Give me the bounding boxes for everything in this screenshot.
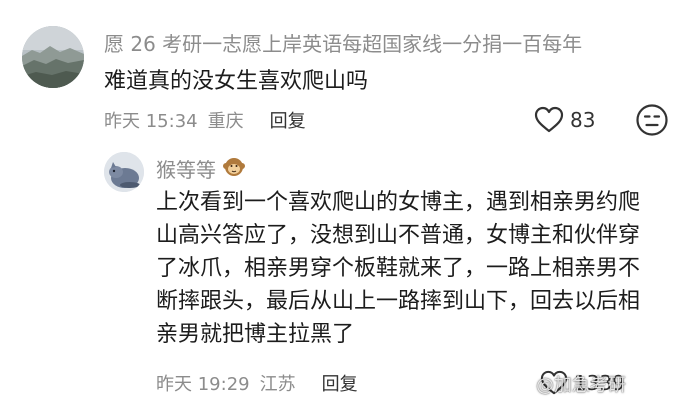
cat-avatar-icon — [104, 152, 144, 192]
reply-reply-button[interactable]: 回复 — [322, 370, 358, 396]
reply-text-line: 亲男就把博主拉黑了 — [156, 322, 355, 347]
monkey-emoji-icon — [222, 155, 246, 185]
heart-outline-icon — [540, 370, 568, 395]
reply-username-text: 猴等等 — [156, 158, 216, 182]
reply-like-button[interactable]: 1339 — [540, 368, 625, 398]
reply-text-line: 上次看到一个喜欢爬山的女博主，遇到相亲男约爬 — [156, 190, 641, 215]
meh-face-icon[interactable] — [635, 103, 669, 137]
reply-location: 江苏 — [259, 374, 296, 395]
reply-username[interactable]: 猴等等 — [156, 155, 246, 185]
reply-text: 上次看到一个喜欢爬山的女博主，遇到相亲男约爬 山高兴答应了，没想到山不普通，女博… — [156, 186, 676, 351]
reply-meta: 昨天 19:29 江苏 回复 — [156, 369, 358, 397]
avatar[interactable] — [22, 26, 84, 88]
reply-like-count: 1339 — [574, 371, 625, 395]
reply-time: 昨天 19:29 — [156, 374, 250, 395]
weibo-logo-icon — [510, 376, 530, 393]
reply-avatar[interactable] — [104, 152, 144, 192]
mountain-photo-icon — [22, 26, 84, 88]
comment-meta: 昨天 15:34 重庆 回复 — [104, 105, 306, 135]
reply-text-line: 了冰爪，相亲男穿个板鞋就来了，一路上相亲男不 — [156, 256, 641, 281]
reply-button[interactable]: 回复 — [270, 107, 306, 133]
comment-time: 昨天 15:34 — [104, 111, 198, 132]
heart-outline-icon — [534, 106, 564, 133]
reply-text-line: 山高兴答应了，没想到山不普通，女博主和伙伴穿 — [156, 223, 641, 248]
comment-username[interactable]: 愿 26 考研一志愿上岸英语每超国家线一分捐一百每年 — [104, 30, 582, 58]
comment-location: 重庆 — [207, 111, 244, 132]
like-count: 83 — [570, 108, 596, 132]
like-button[interactable]: 83 — [534, 104, 595, 136]
comment-text: 难道真的没女生喜欢爬山吗 — [104, 69, 369, 94]
reply-text-line: 断摔跟头，最后从山上一路摔到山下，回去以后相 — [156, 289, 641, 314]
